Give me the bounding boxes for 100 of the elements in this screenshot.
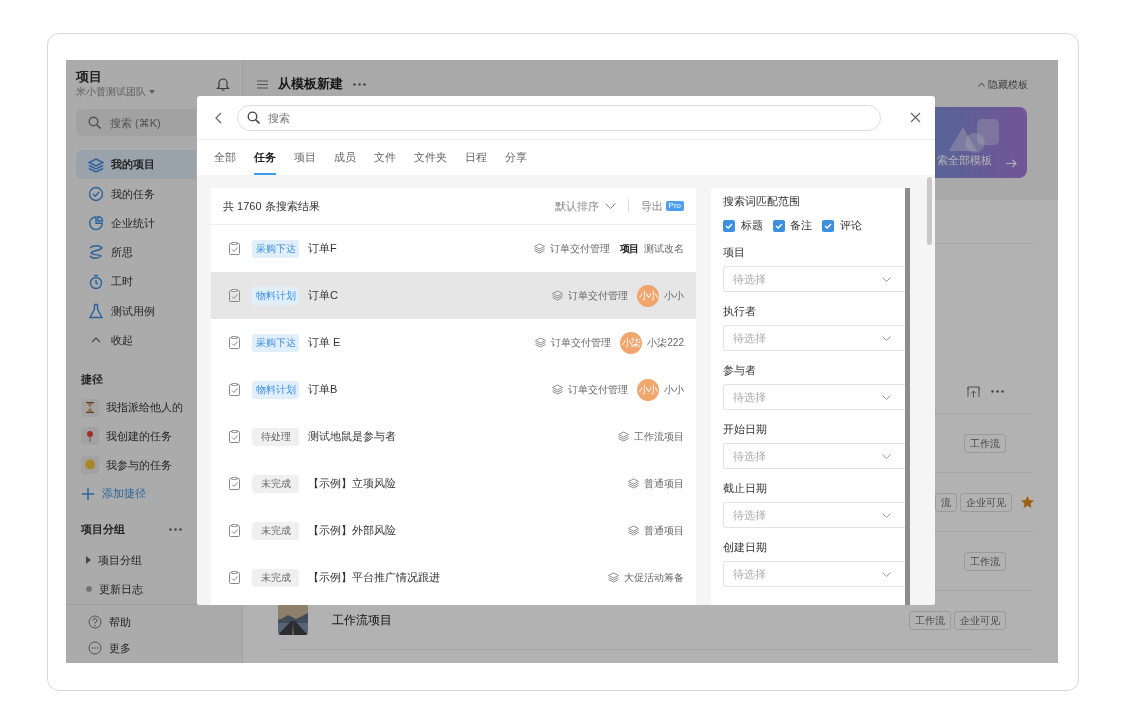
sort-dropdown[interactable]: 默认排序 bbox=[555, 197, 616, 215]
more-icon[interactable] bbox=[991, 390, 1004, 393]
clipboard-icon bbox=[229, 383, 240, 396]
assignee-name: 小小 bbox=[664, 289, 684, 303]
field-label: 创建日期 bbox=[723, 539, 768, 555]
shortcut-item[interactable]: 我指派给他人的 bbox=[66, 393, 196, 422]
tab[interactable]: 分享 bbox=[505, 141, 527, 175]
caret-right-icon bbox=[86, 556, 91, 565]
clipboard-icon bbox=[229, 289, 240, 302]
tab[interactable]: 文件夹 bbox=[414, 141, 447, 175]
select-field[interactable]: 待选择 bbox=[723, 502, 905, 528]
result-row[interactable]: 未完成 【示例】外部风险 普通项目 bbox=[211, 507, 696, 554]
result-row[interactable]: 待处理 测试地鼠是参与者 工作流项目 bbox=[211, 413, 696, 460]
help-icon bbox=[88, 615, 102, 630]
hide-templates-link[interactable]: 隐藏模板 bbox=[978, 76, 1028, 92]
footer-item[interactable]: 更多 bbox=[66, 635, 196, 662]
search-icon bbox=[247, 110, 260, 124]
hourglass-icon bbox=[84, 401, 96, 414]
check-icon bbox=[824, 222, 832, 229]
layers-icon bbox=[551, 384, 563, 395]
tab[interactable]: 日程 bbox=[465, 141, 487, 175]
select-field[interactable]: 待选择 bbox=[723, 443, 905, 469]
star-icon[interactable] bbox=[1021, 496, 1034, 508]
layers-icon bbox=[551, 290, 563, 301]
shortcut-item[interactable]: 我参与的任务 bbox=[66, 450, 196, 480]
arrow-right-icon bbox=[1006, 159, 1017, 168]
nav-item[interactable]: 我的项目 bbox=[76, 150, 196, 180]
result-row[interactable]: 未完成 【示例】平台推广情况跟进 大促活动筹备 bbox=[211, 554, 696, 601]
checkbox-box[interactable] bbox=[822, 219, 834, 232]
section-title: 捷径 bbox=[80, 371, 104, 387]
project-label: 工作流项目 bbox=[617, 429, 684, 444]
result-row[interactable]: 未完成 【示例】立项风险 普通项目 bbox=[211, 460, 696, 507]
assignee-name: 测试改名 bbox=[644, 242, 684, 256]
upload-icon[interactable] bbox=[967, 385, 980, 398]
tag: 企业可见 bbox=[954, 610, 1006, 630]
group-item[interactable]: 更新日志 bbox=[66, 574, 196, 605]
checkbox-box[interactable] bbox=[723, 219, 735, 232]
export-button[interactable]: 导出 Pro bbox=[640, 197, 684, 215]
footer-item[interactable]: 帮助 bbox=[66, 609, 196, 636]
project-label: 订单交付管理 bbox=[551, 382, 628, 397]
tab[interactable]: 项目 bbox=[294, 141, 316, 175]
field-label: 参与者 bbox=[723, 362, 757, 378]
result-row[interactable]: 物料计划 订单B 订单交付管理 小小 小小 bbox=[211, 366, 696, 413]
project-label: 大促活动筹备 bbox=[607, 570, 684, 585]
chevron-up-icon bbox=[978, 81, 986, 87]
search-icon bbox=[88, 116, 101, 129]
result-row[interactable]: 采购下达 订单 E 订单交付管理 小柒 小柒222 bbox=[211, 319, 696, 366]
tag: 工作流 bbox=[909, 610, 952, 630]
task-title: 订单 E bbox=[308, 335, 341, 351]
result-row[interactable]: 采购下达 订单F 订单交付管理 项目 测试改名 bbox=[211, 225, 696, 272]
clipboard-icon bbox=[229, 242, 240, 255]
nav-item[interactable]: 所思 bbox=[76, 237, 196, 267]
tab[interactable]: 全部 bbox=[214, 141, 236, 175]
tab[interactable]: 成员 bbox=[334, 141, 356, 175]
select-field[interactable]: 待选择 bbox=[723, 384, 905, 410]
clipboard-icon bbox=[229, 571, 240, 584]
shortcut-item[interactable]: 我创建的任务 bbox=[66, 421, 196, 451]
task-title: 订单B bbox=[308, 382, 338, 398]
tag: 工作流 bbox=[964, 551, 1006, 571]
close-icon[interactable] bbox=[910, 112, 921, 123]
task-title: 订单C bbox=[308, 288, 338, 304]
project-row[interactable]: 工作流 bbox=[935, 546, 1034, 576]
search-field[interactable]: 搜索 bbox=[237, 104, 881, 131]
project-row[interactable]: 流 企业可见 bbox=[935, 487, 1034, 517]
more-icon[interactable] bbox=[169, 527, 182, 531]
nav-item[interactable]: 测试用例 bbox=[76, 296, 196, 326]
page-title: 从模板新建 bbox=[278, 75, 343, 94]
bell-icon[interactable] bbox=[216, 76, 230, 91]
layers-icon bbox=[617, 431, 629, 442]
group-item[interactable]: 项目分组 bbox=[66, 545, 196, 575]
more-icon[interactable] bbox=[353, 82, 366, 86]
plus-icon bbox=[81, 486, 95, 501]
back-icon[interactable] bbox=[215, 111, 222, 124]
status-tag: 采购下达 bbox=[252, 333, 299, 352]
project-label: 普通项目 bbox=[627, 523, 684, 538]
nav-item[interactable]: 企业统计 bbox=[76, 208, 196, 238]
clipboard-icon bbox=[229, 477, 240, 490]
project-row[interactable]: 工作流 bbox=[935, 428, 1034, 458]
more-icon bbox=[88, 641, 102, 656]
checkbox-label: 评论 bbox=[839, 218, 862, 234]
check-circle-icon bbox=[88, 185, 104, 202]
nav-item[interactable]: 收起 bbox=[76, 325, 196, 355]
menu-icon[interactable] bbox=[257, 79, 268, 89]
select-field[interactable]: 待选择 bbox=[723, 266, 905, 292]
layers-icon bbox=[534, 337, 546, 348]
nav-item[interactable]: 我的任务 bbox=[76, 179, 196, 209]
tab[interactable]: 文件 bbox=[374, 141, 396, 175]
project-row[interactable]: 工作流项目 工作流 企业可见 bbox=[278, 605, 1034, 635]
status-tag: 物料计划 bbox=[252, 286, 299, 305]
check-icon bbox=[725, 222, 733, 229]
task-title: 订单F bbox=[308, 241, 337, 257]
search-field[interactable]: 搜索 (⌘K) bbox=[76, 109, 196, 136]
checkbox-box[interactable] bbox=[772, 219, 785, 232]
select-field[interactable]: 待选择 bbox=[723, 561, 905, 587]
stopwatch-icon bbox=[88, 273, 104, 290]
select-field[interactable]: 待选择 bbox=[723, 325, 905, 351]
result-row[interactable]: 物料计划 订单C 订单交付管理 小小 小小 bbox=[211, 272, 696, 319]
layers-icon bbox=[533, 243, 545, 254]
status-tag: 物料计划 bbox=[252, 380, 299, 399]
nav-item[interactable]: 工时 bbox=[76, 266, 196, 297]
